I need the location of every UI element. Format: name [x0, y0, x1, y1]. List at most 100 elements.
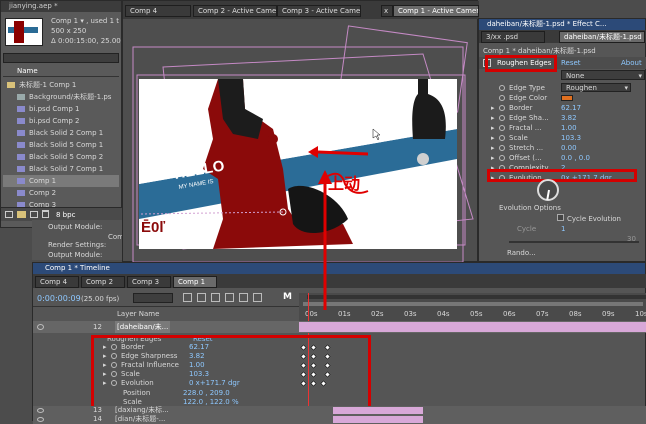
stopwatch-icon[interactable]	[499, 145, 505, 151]
edge-type-dropdown[interactable]: Roughen ▾	[561, 83, 631, 92]
effect-param-value[interactable]: 1.00	[561, 123, 577, 133]
random-seed-label: Rando...	[507, 249, 536, 257]
layer-row[interactable]: 14 [dian/未标题-...	[33, 415, 646, 424]
project-item[interactable]: bi.psd Comp 2	[3, 115, 119, 127]
project-item-label: Black Solid 7 Comp 1	[29, 165, 104, 173]
ruler-tick-label: 10s	[635, 310, 646, 318]
effect-param-row[interactable]: ▸ Stretch ... 0.00	[479, 143, 646, 153]
project-item[interactable]: Black Solid 2 Comp 1	[3, 127, 119, 139]
stopwatch-icon[interactable]	[499, 105, 505, 111]
work-area-bar[interactable]	[303, 302, 643, 306]
viewer-tab-comp-2[interactable]: Comp 2 - Active Camera	[193, 5, 277, 17]
timeline-search[interactable]	[133, 293, 173, 303]
timeline-tab[interactable]: Comp 3	[127, 276, 171, 288]
effect-param-value[interactable]: 62.17	[561, 103, 581, 113]
project-item[interactable]: Comp 2	[3, 187, 119, 199]
timeline-tab[interactable]: Comp 4	[35, 276, 79, 288]
project-item[interactable]: bi.psd Comp 1	[3, 103, 119, 115]
effect-tab-2[interactable]: daheiban/未标题-1.psd	[559, 31, 645, 43]
cycle-slider[interactable]	[509, 241, 639, 243]
video-eye-icon[interactable]	[37, 417, 44, 422]
timeline-tab[interactable]: Comp 2	[81, 276, 125, 288]
time-navigator[interactable]	[307, 295, 646, 299]
expand-triangle-icon[interactable]: ▸	[491, 103, 495, 113]
effect-param-value[interactable]: 103.3	[561, 133, 581, 143]
stopwatch-icon[interactable]	[499, 125, 505, 131]
layer-name[interactable]: [dian/未标题-...	[115, 415, 165, 424]
timeline-switch-icons[interactable]: M	[183, 292, 293, 303]
layer-row-main[interactable]: 12 [daheiban/未...	[33, 321, 646, 333]
project-item[interactable]: Black Solid 7 Comp 1	[3, 163, 119, 175]
layer-row[interactable]: 13 [daxiang/未标...	[33, 406, 646, 415]
effect-param-row[interactable]: ▸ Edge Sha... 3.82	[479, 113, 646, 123]
cycle-value[interactable]: 1	[561, 224, 565, 234]
timeline-tab[interactable]: Comp 1	[173, 276, 217, 288]
interpret-footage-icon[interactable]	[5, 211, 13, 218]
video-eye-icon[interactable]	[37, 408, 44, 413]
composition-icon	[17, 178, 25, 184]
trash-icon[interactable]	[42, 210, 49, 218]
time-ruler[interactable]: 00s 01s 02s 03s 04s 05s 06s 07s 08s 09s 10s	[299, 293, 646, 321]
effect-reset-link[interactable]: Reset	[561, 57, 581, 69]
layer-duration-bar[interactable]	[333, 416, 423, 423]
layer-duration-bar[interactable]	[333, 407, 423, 414]
effect-param-value[interactable]: 0.0 , 0.0	[561, 153, 590, 163]
comp-mini-flowchart-icon[interactable]	[183, 293, 192, 302]
animation-presets-dropdown[interactable]: None ▾	[561, 70, 645, 80]
expand-triangle-icon[interactable]: ▸	[491, 143, 495, 153]
viewer-tab-comp-4[interactable]: Comp 4	[125, 5, 191, 17]
effect-param-value[interactable]: 3.82	[561, 113, 577, 123]
project-item-label: Comp 1	[29, 177, 57, 185]
viewer-canvas[interactable]: HELLO MY NAME IS Ē0ľ 上动	[123, 19, 479, 263]
motion-blur-icon[interactable]	[239, 293, 248, 302]
draft-3d-icon[interactable]	[197, 293, 206, 302]
layer-duration-bar[interactable]	[299, 322, 646, 332]
expand-triangle-icon[interactable]: ▸	[491, 153, 495, 163]
stopwatch-icon[interactable]	[499, 135, 505, 141]
current-timecode[interactable]: 0:00:00:09	[37, 294, 81, 304]
effect-about-link[interactable]: About	[621, 57, 642, 69]
expand-triangle-icon[interactable]: ▸	[491, 113, 495, 123]
effect-param-row[interactable]: ▸ Offset (... 0.0 , 0.0	[479, 153, 646, 163]
viewer-tab-comp-1[interactable]: Comp 1 - Active Camera	[393, 5, 479, 17]
bpc-label[interactable]: 8 bpc	[56, 210, 75, 220]
effect-param-row[interactable]: ▸ Scale 103.3	[479, 133, 646, 143]
stopwatch-icon[interactable]	[499, 95, 505, 101]
project-item[interactable]: Background/未标题-1.ps	[3, 91, 119, 103]
expand-triangle-icon[interactable]: ▸	[491, 133, 495, 143]
cycle-evolution-checkbox[interactable]	[557, 214, 564, 221]
layer-name[interactable]: [daxiang/未标...	[115, 406, 169, 415]
highlight-evolution	[487, 169, 637, 182]
viewer-tab-comp-1-x[interactable]: x	[381, 5, 393, 17]
evolution-angle-dial[interactable]	[537, 179, 559, 201]
video-eye-icon[interactable]	[37, 324, 44, 330]
effect-param-value[interactable]: 0.00	[561, 143, 577, 153]
composition-icon	[17, 190, 25, 196]
effect-param-row[interactable]: Edge Color	[479, 93, 646, 103]
effect-param-row[interactable]: Edge Type Roughen ▾	[479, 83, 646, 93]
stopwatch-icon[interactable]	[499, 155, 505, 161]
cycle-evolution-label: Cycle Evolution	[567, 215, 621, 223]
new-comp-icon[interactable]	[30, 211, 38, 218]
expand-triangle-icon[interactable]: ▸	[491, 123, 495, 133]
effect-param-row[interactable]: ▸ Fractal ... 1.00	[479, 123, 646, 133]
layer-name-header[interactable]: Layer Name	[117, 309, 159, 319]
stopwatch-icon[interactable]	[499, 85, 505, 91]
effect-tab-1[interactable]: 3/xx .psd	[481, 31, 545, 43]
shy-icon[interactable]	[211, 293, 220, 302]
layer-name[interactable]: [daheiban/未...	[115, 321, 171, 333]
edge-color-swatch[interactable]	[561, 95, 573, 101]
name-column-header[interactable]: Name	[17, 66, 38, 76]
project-item[interactable]: Black Solid 5 Comp 1	[3, 139, 119, 151]
frame-blending-icon[interactable]	[225, 293, 234, 302]
project-item[interactable]: Black Solid 5 Comp 2	[3, 151, 119, 163]
project-item[interactable]: Comp 1	[3, 175, 119, 187]
marker-icon[interactable]: M	[283, 292, 292, 302]
graph-editor-icon[interactable]	[253, 293, 262, 302]
viewer-tab-comp-3[interactable]: Comp 3 - Active Camera	[277, 5, 361, 17]
new-folder-icon[interactable]	[17, 211, 26, 218]
effect-param-row[interactable]: ▸ Border 62.17	[479, 103, 646, 113]
stopwatch-icon[interactable]	[499, 115, 505, 121]
project-search-bar[interactable]	[3, 53, 119, 63]
project-item[interactable]: 未标题-1 Comp 1	[3, 79, 119, 91]
